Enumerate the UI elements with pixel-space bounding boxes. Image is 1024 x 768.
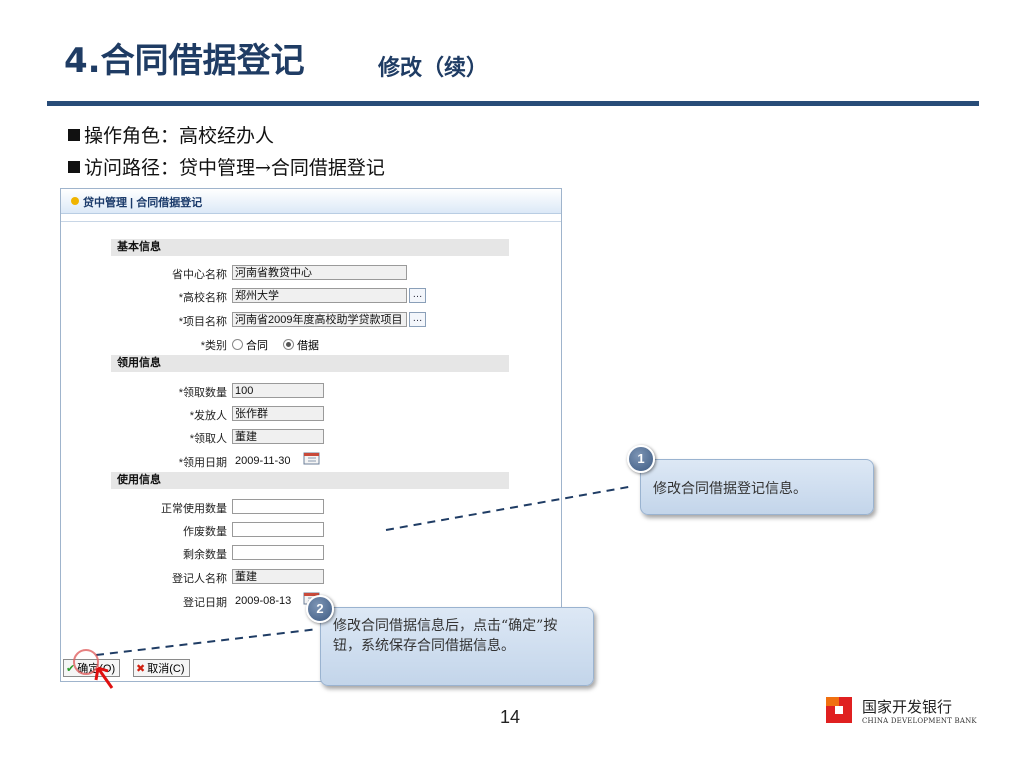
callout-2: 修改合同借据信息后，点击“确定”按钮，系统保存合同借据信息。 xyxy=(320,607,594,686)
click-highlight-ring xyxy=(73,649,99,675)
bank-name: 国家开发银行 xyxy=(862,698,953,716)
bank-name-en: CHINA DEVELOPMENT BANK xyxy=(862,717,977,725)
callout-2-leader xyxy=(95,628,319,656)
callout-2-text: 修改合同借据信息后，点击“确定”按钮，系统保存合同借据信息。 xyxy=(333,618,558,654)
callout-1-leader xyxy=(385,485,635,531)
bank-logo-icon xyxy=(826,697,852,723)
callout-1-badge: 1 xyxy=(627,445,655,473)
callout-1-text: 修改合同借据登记信息。 xyxy=(653,481,807,497)
callout-2-badge: 2 xyxy=(306,595,334,623)
callout-1: 修改合同借据登记信息。 xyxy=(640,459,874,515)
page-number: 14 xyxy=(500,707,521,727)
pointer-arrow-icon xyxy=(94,666,114,689)
